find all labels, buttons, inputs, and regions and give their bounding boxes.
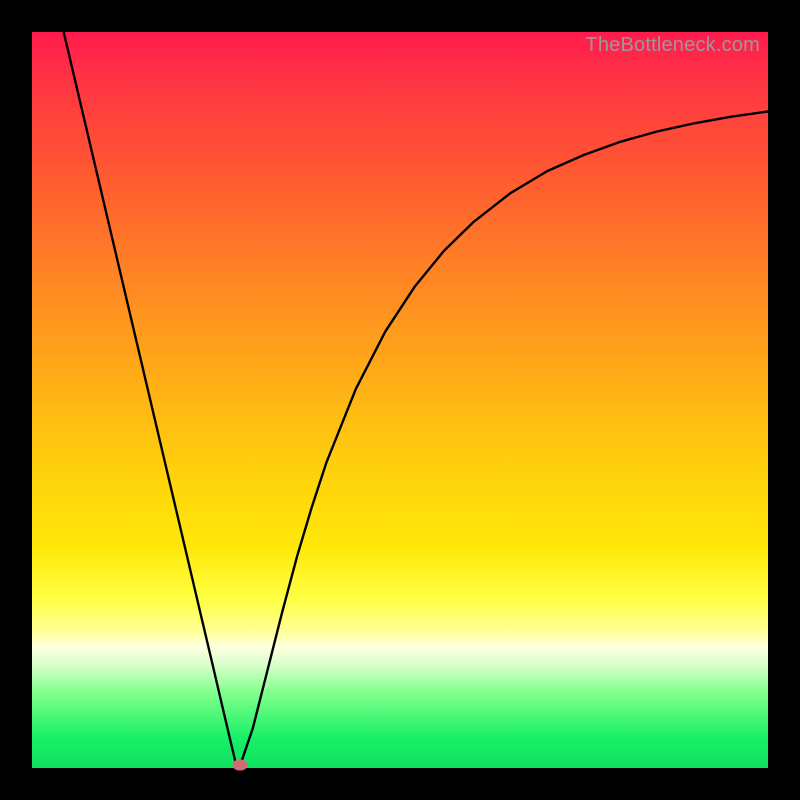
bottleneck-curve-path <box>64 32 768 765</box>
curve-svg <box>32 32 768 768</box>
watermark-label: TheBottleneck.com <box>585 34 760 57</box>
plot-area: TheBottleneck.com <box>32 32 768 768</box>
min-marker <box>233 760 248 771</box>
chart-frame: TheBottleneck.com <box>0 0 800 800</box>
